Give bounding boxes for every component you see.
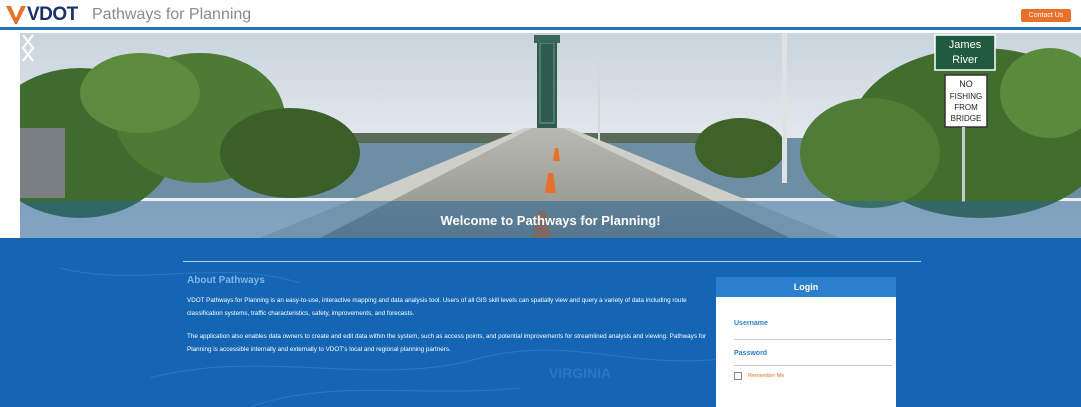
map-state-label: VIRGINIA	[549, 365, 611, 381]
hero-title: Welcome to Pathways for Planning!	[440, 213, 661, 228]
svg-text:BRIDGE: BRIDGE	[951, 114, 982, 123]
section-divider	[183, 261, 921, 262]
password-label: Password	[734, 350, 768, 357]
username-input[interactable]	[734, 328, 892, 338]
password-underline	[734, 365, 892, 366]
carousel-next-icon[interactable]	[20, 33, 36, 63]
remember-me[interactable]: Remember Me	[734, 372, 784, 380]
contact-us-button[interactable]: Contact Us	[1021, 9, 1071, 22]
logo-text: VDOT	[27, 4, 78, 25]
about-title: About Pathways	[187, 275, 265, 286]
hero-carousel: James River NO FISHING FROM BRIDGE Welco…	[20, 33, 1081, 238]
app-title: Pathways for Planning	[92, 6, 252, 23]
login-panel: Login Username Password Remember Me	[716, 277, 896, 407]
virginia-map-background: VIRGINIA	[59, 267, 761, 407]
info-section: VIRGINIA About Pathways VDOT Pathways fo…	[0, 238, 1081, 407]
about-paragraph-2: The application also enables data owners…	[187, 333, 707, 353]
about-paragraph-1: VDOT Pathways for Planning is an easy-to…	[187, 297, 687, 317]
remember-me-label: Remember Me	[748, 373, 785, 379]
svg-text:FISHING: FISHING	[950, 92, 982, 101]
svg-text:FROM: FROM	[954, 103, 978, 112]
svg-text:River: River	[952, 54, 978, 66]
password-input[interactable]	[734, 358, 892, 368]
top-header: VDOT Pathways for Planning Contact Us	[0, 0, 1081, 30]
username-label: Username	[734, 320, 768, 327]
svg-text:James: James	[949, 39, 982, 51]
remember-me-checkbox[interactable]	[734, 372, 742, 380]
vdot-chevron-icon	[6, 6, 26, 24]
login-title: Login	[716, 277, 896, 297]
username-underline	[734, 339, 892, 340]
svg-text:NO: NO	[959, 79, 973, 89]
vdot-logo[interactable]: VDOT	[6, 5, 78, 25]
